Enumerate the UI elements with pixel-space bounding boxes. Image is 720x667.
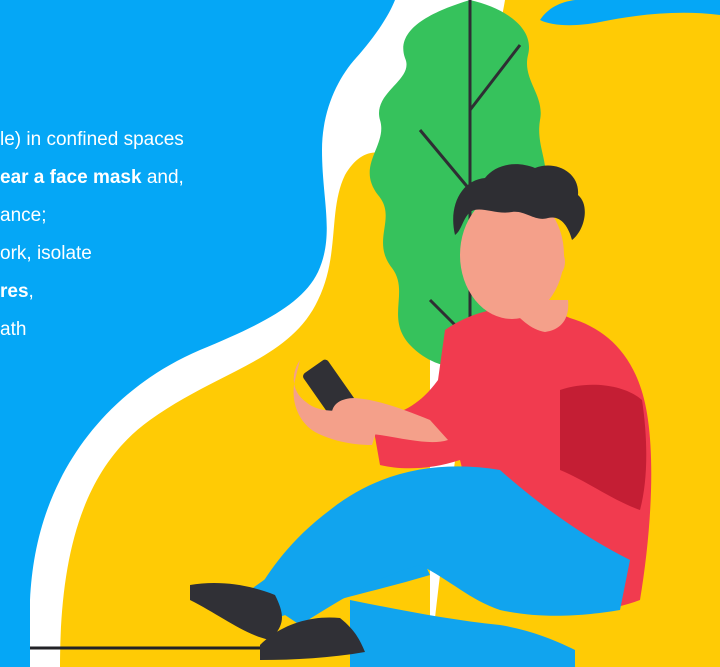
message-text-fragment: ork, isolate [0, 243, 92, 264]
message-line: ance; [0, 204, 46, 228]
message-line: res, [0, 280, 34, 304]
message-line: le) in confined spaces [0, 128, 184, 152]
message-text-fragment: ance; [0, 205, 47, 226]
message-text-fragment: ath [0, 319, 27, 340]
ear [545, 248, 565, 276]
message-line: ork, isolate [0, 242, 92, 266]
message-text-fragment: , [28, 281, 34, 302]
message-text-fragment: le) in confined spaces [0, 129, 184, 150]
message-emphasis: ear a face mask [0, 167, 142, 188]
message-line: ear a face mask and, [0, 166, 184, 190]
message-line: ath [0, 318, 26, 342]
message-text-fragment: and, [141, 167, 184, 188]
illustration-canvas: le) in confined spaces ear a face mask a… [0, 0, 720, 667]
message-emphasis: res [0, 281, 29, 302]
illustration [0, 0, 720, 667]
